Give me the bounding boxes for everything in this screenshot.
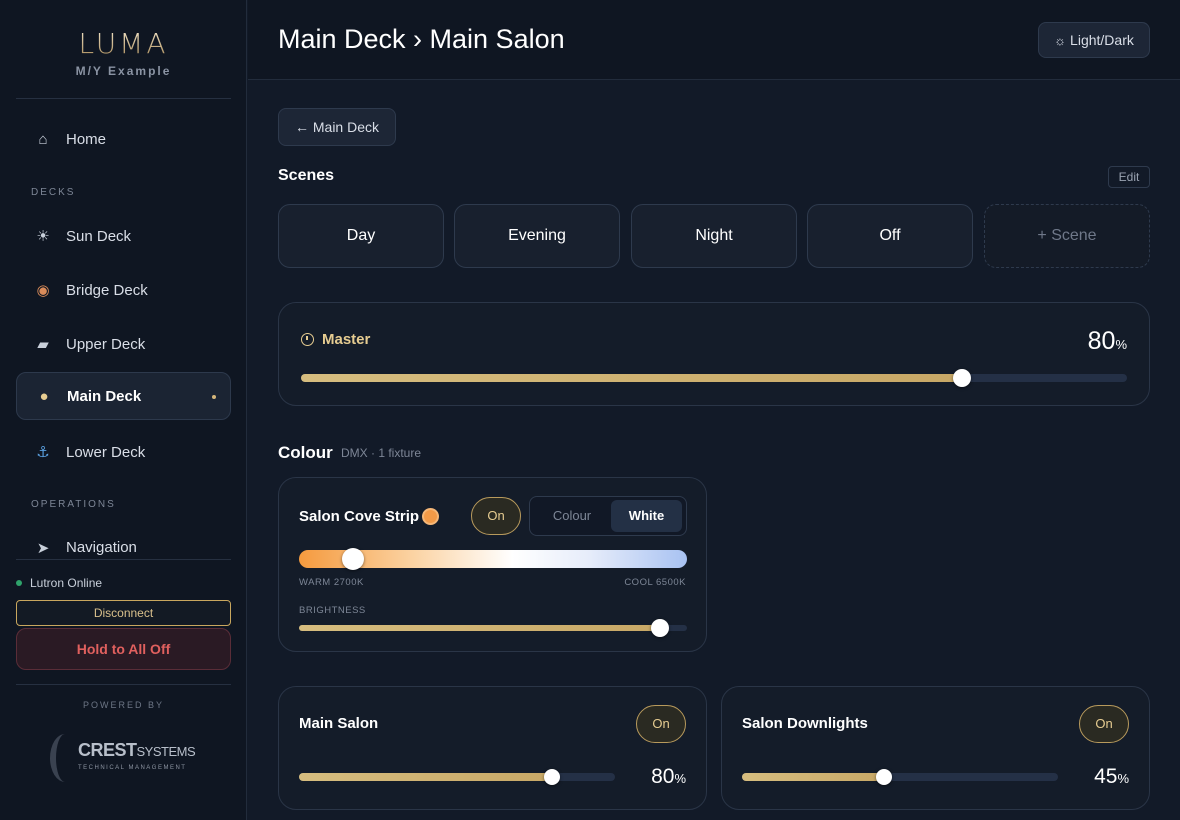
- status-dot: [16, 580, 22, 586]
- master-slider[interactable]: [301, 369, 1127, 387]
- back-button[interactable]: ← Main Deck: [278, 108, 396, 146]
- sidebar-item-sun-deck[interactable]: ☀ Sun Deck: [16, 212, 231, 260]
- sidebar-item-navigation[interactable]: ➤ Navigation: [16, 530, 231, 560]
- home-icon: ⌂: [38, 130, 48, 148]
- load-on-toggle[interactable]: On: [1079, 705, 1129, 743]
- master-slider-thumb[interactable]: [952, 369, 971, 387]
- status-text: Lutron Online: [30, 576, 103, 590]
- colour-title: Colour: [278, 443, 333, 462]
- sidebar-item-label: Bridge Deck: [66, 281, 148, 299]
- connection-status: Lutron Online: [16, 576, 102, 590]
- colour-temperature-thumb[interactable]: [342, 548, 365, 570]
- power-icon: [301, 333, 314, 346]
- fixture-on-toggle[interactable]: On: [471, 497, 521, 535]
- colour-swatch[interactable]: [422, 508, 439, 525]
- sun-icon: ☀: [36, 228, 50, 245]
- fixture-card: Salon Cove Strip On Colour White WARM 27…: [278, 477, 707, 652]
- anchor-icon: ⚓: [36, 444, 50, 461]
- load-value: 45%: [1094, 765, 1129, 788]
- fixture-brightness-slider[interactable]: [299, 619, 687, 637]
- scene-button-day[interactable]: Day: [278, 204, 444, 268]
- load-slider[interactable]: [742, 769, 1058, 785]
- sidebar: LUMA M/Y Example ⌂ Home DECKS ☀ Sun Deck…: [0, 0, 247, 820]
- sun-icon: ☼: [1054, 32, 1067, 48]
- mode-toggle: Colour White: [529, 496, 687, 536]
- disconnect-button[interactable]: Disconnect: [16, 600, 231, 626]
- load-slider-fill: [299, 773, 552, 781]
- mode-white-option[interactable]: White: [611, 500, 682, 532]
- add-scene-button[interactable]: + Scene: [984, 204, 1150, 268]
- powered-by: POWERED BY: [82, 700, 164, 710]
- cool-label: COOL 6500K: [624, 577, 686, 588]
- divider: [16, 98, 231, 99]
- load-name: Salon Downlights: [742, 715, 868, 732]
- warm-label: WARM 2700K: [299, 577, 364, 588]
- brand-subtitle: M/Y Example: [75, 64, 172, 78]
- sidebar-item-home[interactable]: ⌂ Home: [16, 115, 231, 163]
- load-slider[interactable]: [299, 769, 615, 785]
- scene-button-night[interactable]: Night: [631, 204, 797, 268]
- scene-button-evening[interactable]: Evening: [454, 204, 620, 268]
- partner-logo: CRESTSYSTEMS TECHNICAL MANAGEMENT: [50, 734, 200, 784]
- load-on-toggle[interactable]: On: [636, 705, 686, 743]
- colour-subtitle: DMX · 1 fixture: [341, 446, 422, 460]
- brightness-label: BRIGHTNESS: [299, 605, 366, 616]
- master-slider-fill: [301, 374, 962, 382]
- fixture-name: Salon Cove Strip: [299, 508, 420, 525]
- decks-heading: DECKS: [31, 187, 76, 198]
- load-card-main-salon: Main Salon On 80%: [278, 686, 707, 810]
- sidebar-item-label: Main Deck: [67, 387, 142, 405]
- scenes-title: Scenes: [278, 167, 335, 184]
- divider: [16, 559, 231, 560]
- master-value: 80%: [1087, 327, 1127, 355]
- load-slider-fill: [742, 773, 885, 781]
- navigation-arrow-icon: ➤: [36, 540, 50, 557]
- all-off-button[interactable]: Hold to All Off: [16, 628, 231, 670]
- divider: [16, 684, 231, 685]
- mode-colour-option[interactable]: Colour: [534, 500, 610, 532]
- compass-icon: ◉: [36, 282, 50, 299]
- partner-tagline: TECHNICAL MANAGEMENT: [78, 765, 187, 771]
- load-value: 80%: [651, 765, 686, 788]
- scene-button-off[interactable]: Off: [807, 204, 973, 268]
- sidebar-item-label: Lower Deck: [66, 443, 146, 461]
- boat-icon: ▰: [37, 336, 49, 353]
- colour-temperature-slider[interactable]: [299, 548, 687, 570]
- load-slider-thumb[interactable]: [876, 769, 893, 785]
- partner-swoosh: [50, 734, 80, 782]
- sidebar-item-label: Home: [66, 130, 107, 148]
- header: Main Deck › Main Salon ☼ Light/Dark: [248, 0, 1180, 80]
- active-indicator: [212, 395, 216, 399]
- dining-icon: ●: [39, 387, 49, 405]
- sidebar-item-label: Upper Deck: [66, 335, 146, 353]
- load-card-salon-downlights: Salon Downlights On 45%: [721, 686, 1150, 810]
- page-title: Main Deck › Main Salon: [278, 24, 565, 54]
- master-card: Master 80%: [278, 302, 1150, 406]
- load-name: Main Salon: [299, 715, 379, 732]
- brand: LUMA M/Y Example: [0, 30, 247, 79]
- master-label-text: Master: [322, 331, 371, 348]
- brand-logo: LUMA: [0, 30, 247, 58]
- theme-toggle-button[interactable]: ☼ Light/Dark: [1038, 22, 1150, 58]
- fixture-brightness-thumb[interactable]: [650, 619, 669, 637]
- partner-name: CRESTSYSTEMS: [78, 740, 196, 760]
- load-slider-thumb[interactable]: [543, 769, 560, 785]
- sidebar-item-main-deck[interactable]: ● Main Deck: [16, 372, 231, 420]
- sidebar-item-label: Sun Deck: [66, 227, 132, 245]
- edit-scenes-button[interactable]: Edit: [1108, 166, 1150, 188]
- fixture-brightness-fill: [299, 625, 660, 631]
- master-label: Master: [301, 331, 370, 348]
- sidebar-item-label: Navigation: [66, 539, 137, 556]
- sidebar-item-upper-deck[interactable]: ▰ Upper Deck: [16, 320, 231, 368]
- sidebar-item-bridge-deck[interactable]: ◉ Bridge Deck: [16, 266, 231, 314]
- sidebar-item-lower-deck[interactable]: ⚓ Lower Deck: [16, 428, 231, 476]
- operations-heading: OPERATIONS: [31, 499, 116, 510]
- theme-toggle-label: Light/Dark: [1070, 32, 1134, 48]
